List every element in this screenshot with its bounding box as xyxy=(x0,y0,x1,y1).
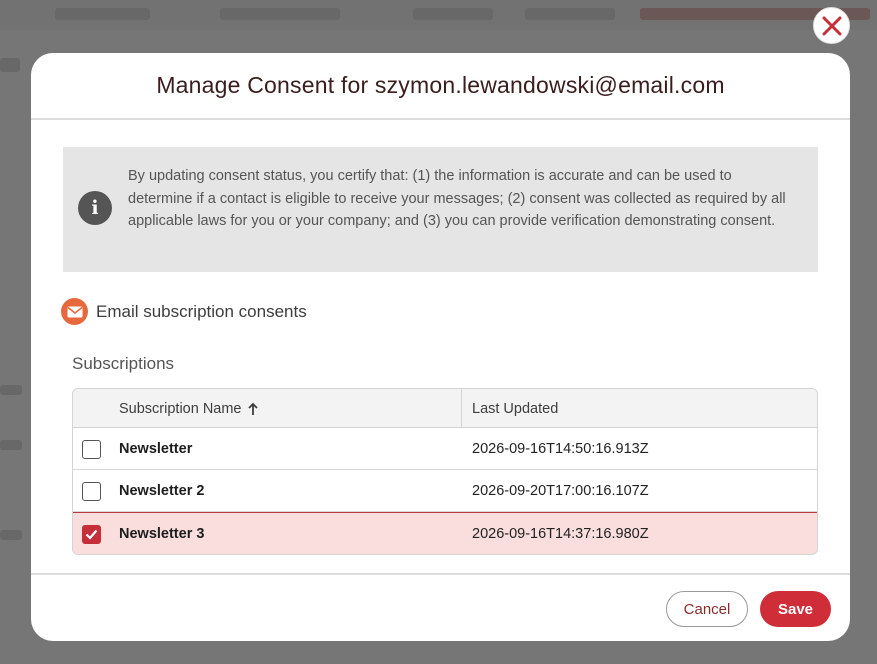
close-icon xyxy=(822,16,841,35)
info-box: i By updating consent status, you certif… xyxy=(63,147,818,272)
row-checkbox[interactable] xyxy=(82,482,101,501)
section-heading: Email subscription consents xyxy=(61,298,307,325)
modal-title: Manage Consent for szymon.lewandowski@em… xyxy=(156,72,725,98)
arrow-up-icon xyxy=(247,402,258,415)
save-button[interactable]: Save xyxy=(760,591,831,627)
table-row-selected[interactable]: Newsletter 3 2026-09-16T14:37:16.980Z xyxy=(73,512,817,554)
mail-icon xyxy=(61,298,88,325)
close-button[interactable] xyxy=(813,7,850,44)
last-updated: 2026-09-16T14:37:16.980Z xyxy=(472,526,649,542)
column-separator xyxy=(461,389,462,428)
column-header-last-updated[interactable]: Last Updated xyxy=(472,401,558,417)
column-header-label: Subscription Name xyxy=(119,401,242,417)
info-text: By updating consent status, you certify … xyxy=(128,168,786,229)
modal-body: i By updating consent status, you certif… xyxy=(31,120,850,575)
last-updated: 2026-09-16T14:50:16.913Z xyxy=(472,441,649,457)
subscriptions-label: Subscriptions xyxy=(72,354,175,373)
check-icon xyxy=(85,529,98,540)
row-checkbox[interactable] xyxy=(82,440,101,459)
consent-modal: Manage Consent for szymon.lewandowski@em… xyxy=(31,53,850,641)
section-label: Email subscription consents xyxy=(96,301,307,321)
subscriptions-table: Subscription Name Last Updated Newslette… xyxy=(72,388,818,555)
subscription-name: Newsletter xyxy=(119,441,193,457)
table-row[interactable]: Newsletter 2 2026-09-20T17:00:16.107Z xyxy=(73,470,817,512)
table-header: Subscription Name Last Updated xyxy=(73,389,817,428)
subscription-name: Newsletter 2 xyxy=(119,483,205,499)
last-updated: 2026-09-20T17:00:16.107Z xyxy=(472,483,649,499)
table-row[interactable]: Newsletter 2026-09-16T14:50:16.913Z xyxy=(73,428,817,470)
row-checkbox-checked[interactable] xyxy=(82,525,101,544)
column-header-subscription-name[interactable]: Subscription Name xyxy=(119,401,259,417)
cancel-button[interactable]: Cancel xyxy=(666,591,748,627)
info-icon: i xyxy=(78,191,112,225)
modal-footer: Cancel Save xyxy=(31,573,850,641)
modal-header: Manage Consent for szymon.lewandowski@em… xyxy=(31,53,850,120)
subscription-name: Newsletter 3 xyxy=(119,526,205,542)
